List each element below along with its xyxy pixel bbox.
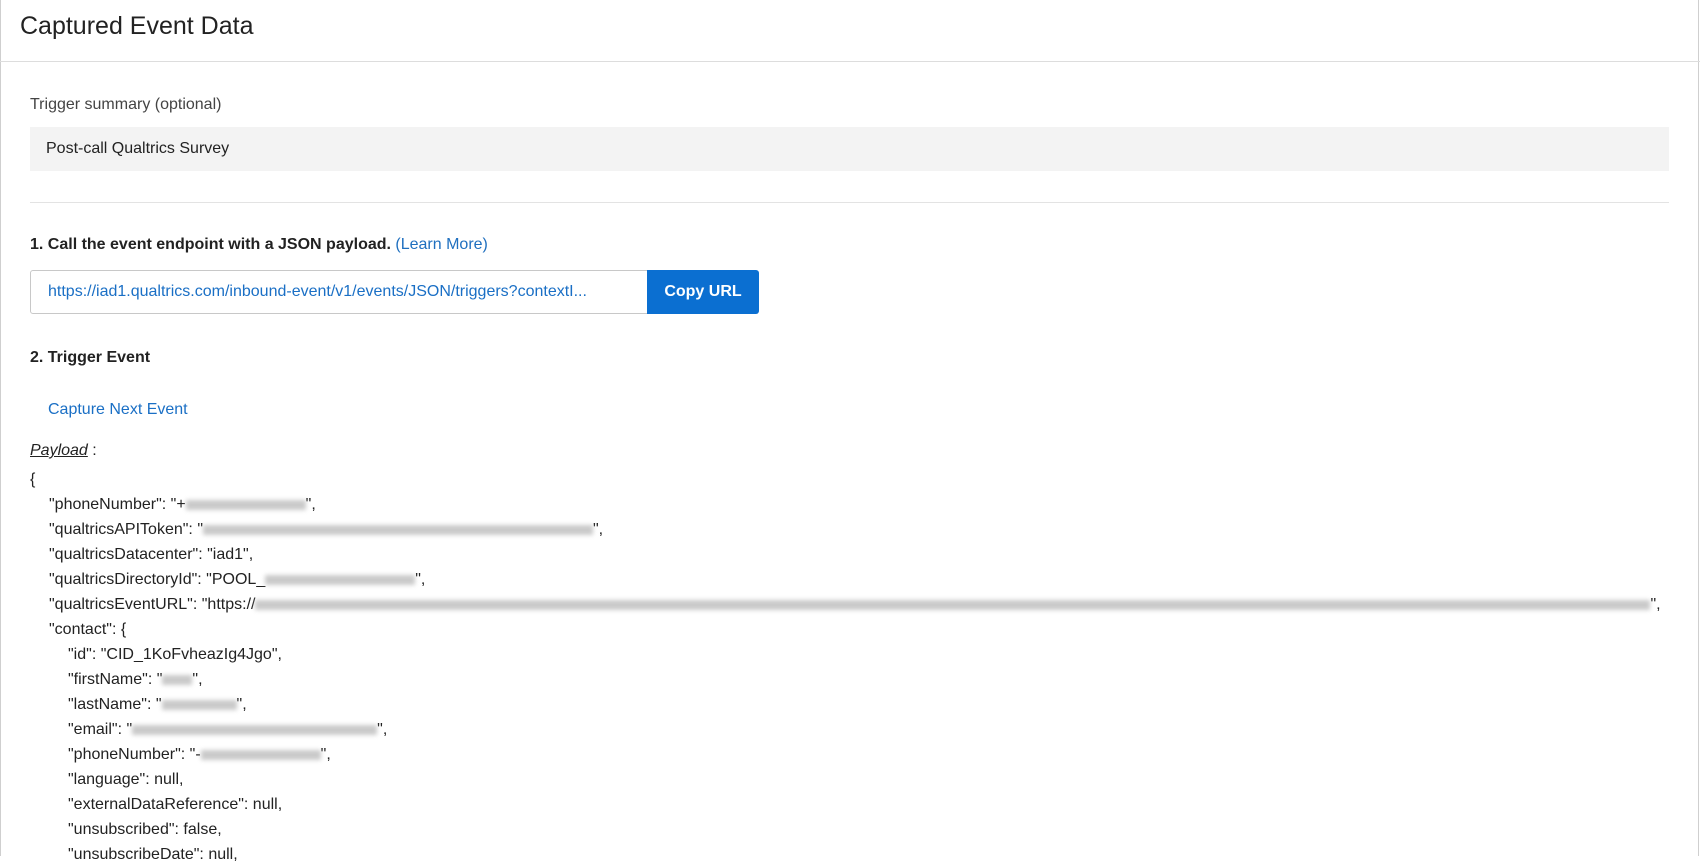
payload-label-text: Payload xyxy=(30,442,88,459)
payload-line-suffix: ", xyxy=(305,496,316,513)
redacted-value xyxy=(185,499,306,510)
modal-header: Captured Event Data xyxy=(0,0,1700,62)
payload-line-suffix: ", xyxy=(377,721,388,738)
redacted-value xyxy=(162,674,193,685)
payload-line-text: "lastName": " xyxy=(68,696,162,713)
redacted-value xyxy=(265,574,416,585)
payload-line-text: "email": " xyxy=(68,721,133,738)
payload-label: Payload : xyxy=(30,442,97,460)
payload-line-text: "unsubscribeDate": null, xyxy=(68,846,238,863)
payload-line: "language": null, xyxy=(30,767,1661,792)
payload-line: "unsubscribed": false, xyxy=(30,817,1661,842)
payload-line: "phoneNumber": "+ ", xyxy=(30,492,1661,517)
payload-colon: : xyxy=(87,442,97,459)
step1-heading-text: 1. Call the event endpoint with a JSON p… xyxy=(30,236,391,253)
step2-heading: 2. Trigger Event xyxy=(30,349,151,366)
payload-line: "lastName": " ", xyxy=(30,692,1661,717)
payload-line: "contact": { xyxy=(30,617,1661,642)
copy-url-button[interactable]: Copy URL xyxy=(647,270,759,314)
payload-line: "qualtricsEventURL": "https:// ", xyxy=(30,592,1661,617)
payload-line-suffix: ", xyxy=(236,696,247,713)
redacted-value xyxy=(200,749,321,760)
payload-line-suffix: ", xyxy=(593,521,604,538)
payload-line-text: "phoneNumber": "- xyxy=(68,746,201,763)
payload-line-suffix: ", xyxy=(320,746,331,763)
payload-line-text: "qualtricsAPIToken": " xyxy=(49,521,203,538)
redacted-value xyxy=(132,724,378,735)
learn-more-link[interactable]: (Learn More) xyxy=(395,236,487,253)
redacted-value xyxy=(161,699,237,710)
payload-line-suffix: ", xyxy=(192,671,203,688)
payload-line-text: "language": null, xyxy=(68,771,184,788)
payload-line: "externalDataReference": null, xyxy=(30,792,1661,817)
redacted-value xyxy=(203,524,593,535)
trigger-summary-input[interactable]: Post-call Qualtrics Survey xyxy=(30,127,1669,171)
payload-line-suffix: ", xyxy=(1650,596,1661,613)
payload-line: "qualtricsDirectoryId": "POOL_ ", xyxy=(30,567,1661,592)
capture-next-event-link[interactable]: Capture Next Event xyxy=(48,401,188,419)
payload-line-text: "externalDataReference": null, xyxy=(68,796,283,813)
payload-line: { xyxy=(30,467,1661,492)
payload-line-text: "unsubscribed": false, xyxy=(68,821,222,838)
payload-line: "qualtricsAPIToken": " ", xyxy=(30,517,1661,542)
payload-line-text: "id": "CID_1KoFvheazIg4Jgo", xyxy=(68,646,282,663)
trigger-summary-label: Trigger summary (optional) xyxy=(30,96,222,113)
payload-line-text: "qualtricsDirectoryId": "POOL_ xyxy=(49,571,266,588)
payload-line: "unsubscribeDate": null, xyxy=(30,842,1661,867)
payload-line: "firstName": " ", xyxy=(30,667,1661,692)
payload-line: "phoneNumber": "- ", xyxy=(30,742,1661,767)
payload-line-text: "contact": { xyxy=(49,621,127,638)
divider xyxy=(30,202,1669,203)
payload-line-text: "phoneNumber": "+ xyxy=(49,496,186,513)
page-title: Captured Event Data xyxy=(20,12,254,40)
redacted-value xyxy=(255,599,1651,610)
payload-line-text: "qualtricsEventURL": "https:// xyxy=(49,596,256,613)
payload-line-text: { xyxy=(30,471,36,488)
payload-line-text: "firstName": " xyxy=(68,671,163,688)
payload-line: "qualtricsDatacenter": "iad1", xyxy=(30,542,1661,567)
endpoint-url-field[interactable]: https://iad1.qualtrics.com/inbound-event… xyxy=(30,270,648,314)
payload-line-suffix: ", xyxy=(415,571,426,588)
step1-heading: 1. Call the event endpoint with a JSON p… xyxy=(30,236,488,254)
payload-json: {"phoneNumber": "+ ", "qualtricsAPIToken":… xyxy=(30,467,1661,867)
payload-line: "email": " ", xyxy=(30,717,1661,742)
payload-line-text: "qualtricsDatacenter": "iad1", xyxy=(49,546,254,563)
payload-line: "id": "CID_1KoFvheazIg4Jgo", xyxy=(30,642,1661,667)
